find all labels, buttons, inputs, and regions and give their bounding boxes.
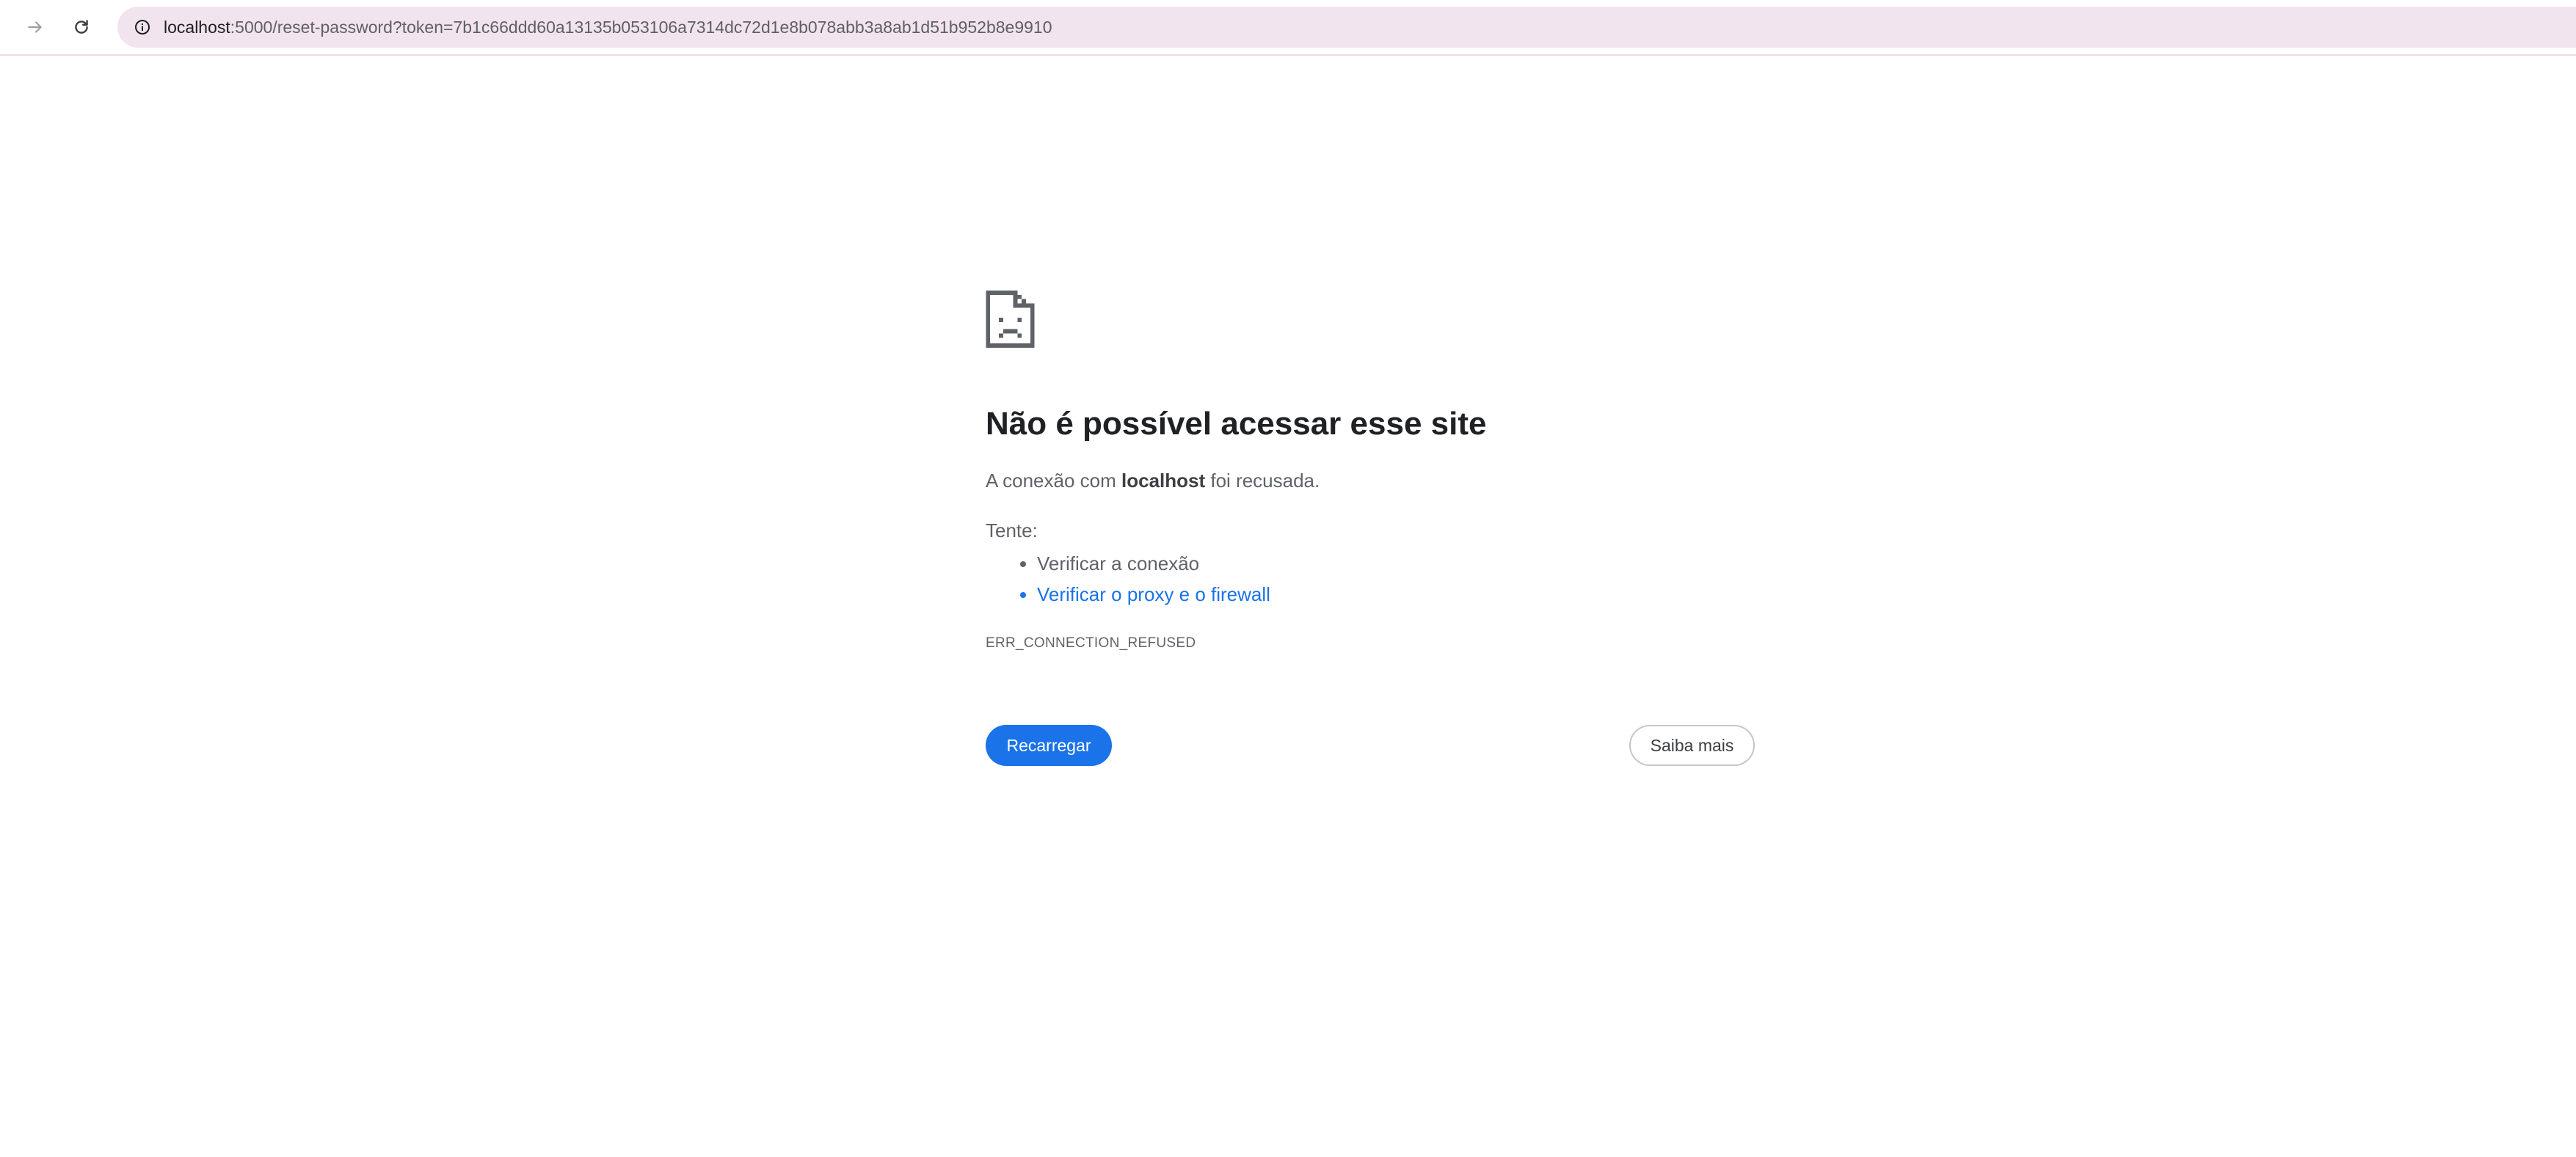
try-label: Tente:: [986, 519, 1038, 541]
summary-prefix: A conexão com: [986, 470, 1121, 492]
reload-button[interactable]: [62, 7, 101, 47]
forward-button[interactable]: [15, 7, 55, 47]
summary-host: localhost: [1121, 470, 1206, 492]
error-summary: A conexão com localhost foi recusada.: [986, 470, 1320, 492]
sad-page-icon: [986, 291, 1035, 348]
summary-suffix: foi recusada.: [1205, 470, 1320, 492]
error-code: ERR_CONNECTION_REFUSED: [986, 635, 1196, 651]
arrow-right-icon: [28, 21, 42, 33]
learn-more-button[interactable]: Saiba mais: [1629, 725, 1755, 766]
url-text[interactable]: localhost:5000/reset-password?token=7b1c…: [164, 7, 1052, 48]
url-host: localhost: [164, 18, 230, 37]
info-icon: [135, 20, 150, 34]
error-page: Não é possível acessar esse site A conex…: [986, 0, 1758, 1157]
reload-icon: [75, 20, 88, 34]
error-title: Não é possível acessar esse site: [986, 406, 1487, 442]
suggestion-check-proxy-firewall-link[interactable]: Verificar o proxy e o firewall: [1037, 581, 1270, 612]
reload-page-button[interactable]: Recarregar: [986, 725, 1112, 766]
suggestion-check-connection: Verificar a conexão: [1037, 550, 1270, 581]
suggestions-list: Verificar a conexão Verificar o proxy e …: [986, 550, 1270, 612]
site-info-button[interactable]: [128, 12, 157, 42]
url-path: :5000/reset-password?token=7b1c66ddd60a1…: [230, 18, 1052, 37]
